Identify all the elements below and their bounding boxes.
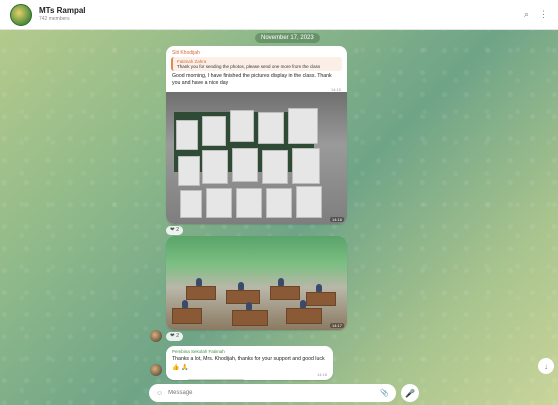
student: [316, 284, 322, 292]
sender-avatar[interactable]: [150, 364, 162, 376]
reply-preview[interactable]: Fatimah Zahra Thank you for sending the …: [171, 57, 342, 71]
drawing-paper: [230, 110, 254, 142]
chat-title: MTs Rampal: [39, 6, 86, 15]
desk: [286, 308, 322, 324]
message-composer: ☺ 📎: [149, 384, 396, 402]
drawing-paper: [232, 148, 258, 182]
desk: [226, 290, 260, 304]
student: [278, 278, 284, 286]
drawing-paper: [176, 120, 198, 150]
more-icon[interactable]: ⋮: [539, 9, 548, 20]
drawing-paper: [266, 188, 292, 218]
desk: [232, 310, 268, 326]
message-time: 14:18: [316, 372, 327, 377]
drawing-paper: [288, 108, 318, 144]
sender-avatar[interactable]: [150, 330, 162, 342]
emoji-icon[interactable]: ☺: [156, 390, 163, 397]
photo-time: 14:17: [329, 323, 344, 328]
photo-message-bubble[interactable]: 14:17: [166, 236, 347, 330]
student: [300, 300, 306, 308]
drawing-paper: [180, 190, 202, 218]
photo-attachment[interactable]: 14:16: [166, 92, 347, 224]
message-emojis: 👍 🙏: [172, 365, 189, 371]
desk: [270, 286, 300, 300]
drawing-paper: [258, 112, 284, 144]
header-actions: ⌕ ⋮: [524, 9, 548, 20]
message-text: Thanks a lot, Mrs. Khodijah, thanks for …: [172, 356, 327, 362]
drawing-paper: [202, 150, 228, 184]
message-bubble[interactable]: Pembina Sekolah Fatimah Thanks a lot, Mr…: [166, 346, 333, 380]
reaction-badge[interactable]: ❤ 2: [166, 332, 184, 341]
drawing-paper: [262, 150, 288, 184]
message-sender[interactable]: Siti Khodijah: [166, 46, 347, 57]
chat-subtitle: 742 members: [39, 16, 70, 22]
message-sender[interactable]: Pembina Sekolah Fatimah: [172, 349, 327, 354]
search-icon[interactable]: ⌕: [524, 9, 529, 20]
student: [238, 282, 244, 290]
desk: [172, 308, 202, 324]
reaction-badge[interactable]: ❤ 2: [166, 226, 184, 235]
photo-time: 14:16: [329, 217, 344, 222]
student: [246, 302, 252, 310]
divider: [188, 379, 244, 380]
drawing-paper: [206, 188, 232, 218]
mic-icon[interactable]: 🎤: [401, 384, 419, 402]
student: [182, 300, 188, 308]
student: [196, 278, 202, 286]
date-separator: November 17, 2023: [255, 33, 320, 43]
message-input[interactable]: [168, 390, 376, 396]
drawing-paper: [202, 116, 226, 146]
message-bubble[interactable]: Siti Khodijah Fatimah Zahra Thank you fo…: [166, 46, 347, 224]
desk: [186, 286, 216, 300]
group-avatar[interactable]: [10, 3, 32, 26]
desk: [306, 292, 336, 306]
scroll-down-icon[interactable]: ↓: [538, 358, 554, 374]
message-text: Good morning, I have finished the pictur…: [172, 73, 332, 87]
chat-header: MTs Rampal 742 members ⌕ ⋮: [0, 0, 558, 30]
drawing-paper: [236, 188, 262, 218]
attach-icon[interactable]: 📎: [380, 389, 389, 397]
drawing-paper: [178, 156, 200, 186]
reply-text: Thank you for sending the photos, please…: [177, 64, 321, 69]
drawing-paper: [292, 148, 320, 184]
classroom-photo[interactable]: 14:17: [166, 236, 347, 330]
chat-title-block[interactable]: MTs Rampal 742 members: [39, 7, 86, 22]
drawing-paper: [296, 186, 322, 218]
